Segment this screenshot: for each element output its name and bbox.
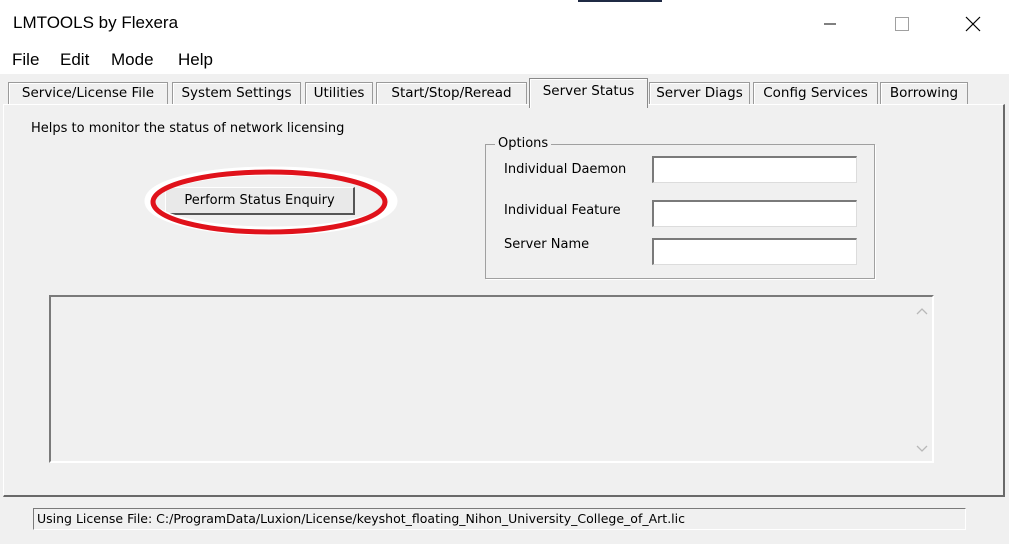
server-status-panel: Helps to monitor the status of network l… <box>3 104 1005 497</box>
individual-daemon-label: Individual Daemon <box>504 162 627 177</box>
tab-utilities[interactable]: Utilities <box>305 82 373 105</box>
tab-config-services[interactable]: Config Services <box>753 82 878 105</box>
perform-status-enquiry-button[interactable]: Perform Status Enquiry <box>165 187 355 215</box>
license-file-status: Using License File: C:/ProgramData/Luxio… <box>33 508 966 530</box>
maximize-icon <box>895 17 909 31</box>
help-text: Helps to monitor the status of network l… <box>31 121 345 136</box>
chevron-down-icon[interactable] <box>916 445 928 453</box>
individual-daemon-input[interactable] <box>652 156 857 183</box>
menu-file[interactable]: File <box>12 50 39 70</box>
status-output-box[interactable] <box>49 295 934 463</box>
menu-bar: File Edit Mode Help <box>0 46 1009 74</box>
individual-feature-input[interactable] <box>652 200 857 227</box>
tab-server-status[interactable]: Server Status <box>529 78 648 108</box>
window-title: LMTOOLS by Flexera <box>13 13 179 32</box>
tab-start-stop-reread[interactable]: Start/Stop/Reread <box>376 82 527 105</box>
options-group: Options Individual Daemon Individual Fea… <box>485 136 875 279</box>
server-name-input[interactable] <box>652 238 857 265</box>
server-name-label: Server Name <box>504 237 590 252</box>
taskbar-edge <box>578 0 662 2</box>
tab-server-diags[interactable]: Server Diags <box>649 82 750 105</box>
menu-mode[interactable]: Mode <box>111 50 154 70</box>
tab-borrowing[interactable]: Borrowing <box>880 82 968 105</box>
maximize-button[interactable] <box>867 0 937 46</box>
tab-service-license-file[interactable]: Service/License File <box>8 82 168 105</box>
chevron-up-icon[interactable] <box>916 307 928 315</box>
tab-system-settings[interactable]: System Settings <box>172 82 301 105</box>
minimize-button[interactable] <box>795 0 865 46</box>
title-bar: LMTOOLS by Flexera <box>0 0 1009 46</box>
tab-strip: Service/License File System Settings Uti… <box>0 74 1009 108</box>
menu-help[interactable]: Help <box>178 50 213 70</box>
close-button[interactable] <box>938 0 1008 46</box>
close-icon <box>965 16 981 32</box>
individual-feature-label: Individual Feature <box>504 203 621 218</box>
menu-edit[interactable]: Edit <box>60 50 89 70</box>
output-scrollbar[interactable] <box>912 297 932 461</box>
minimize-icon <box>824 23 836 25</box>
options-title: Options <box>495 136 552 151</box>
